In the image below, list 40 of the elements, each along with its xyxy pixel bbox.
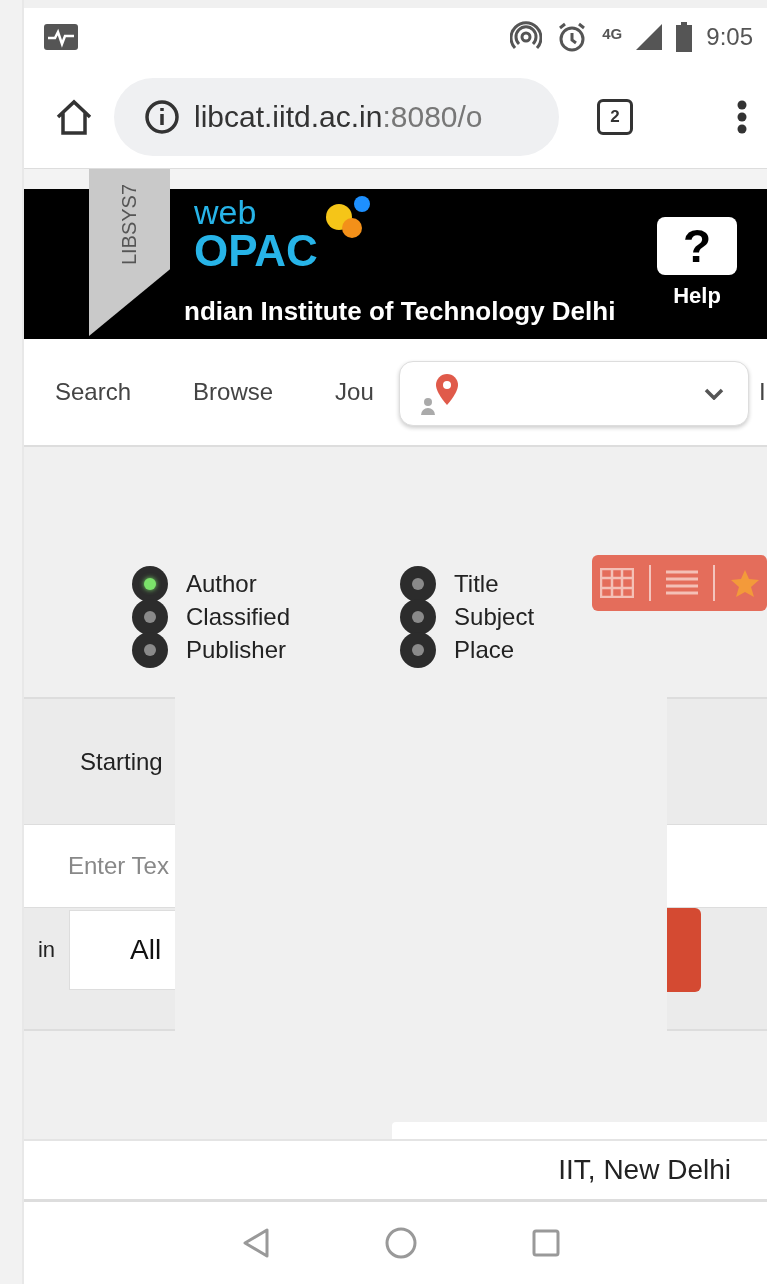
footer-text: IIT, New Delhi	[558, 1154, 731, 1186]
tab-count[interactable]: 2	[597, 99, 633, 135]
help-button[interactable]: ?	[657, 217, 737, 275]
help-label[interactable]: Help	[673, 283, 721, 309]
nav-link[interactable]: Search	[24, 378, 163, 406]
search-option[interactable]: Classified	[132, 600, 291, 633]
star-icon[interactable]	[729, 569, 760, 597]
location-dropdown[interactable]	[399, 361, 749, 426]
mode-label: Starting	[80, 747, 163, 776]
in-label: in	[36, 937, 57, 963]
search-option[interactable]: Author	[132, 567, 291, 600]
ribbon-text: LIBSYS7	[118, 183, 141, 265]
logo-large-text: OPAC	[194, 229, 318, 273]
nav-link[interactable]: I	[759, 378, 767, 406]
nav-link[interactable]: Browse	[162, 378, 305, 406]
radio-button[interactable]	[132, 631, 168, 668]
home-icon[interactable]	[54, 99, 94, 135]
radio-button[interactable]	[400, 631, 437, 668]
radio-button[interactable]	[132, 565, 168, 602]
chevron-down-icon	[704, 387, 724, 400]
url-text: libcat.iitd.ac.in:8080/o	[194, 100, 483, 134]
search-option[interactable]: Title	[400, 567, 535, 600]
home-circle-icon[interactable]	[384, 1227, 417, 1259]
activity-icon	[44, 24, 78, 50]
radio-button[interactable]	[132, 598, 168, 635]
address-bar[interactable]: libcat.iitd.ac.in:8080/o	[114, 78, 559, 156]
search-option[interactable]: Subject	[400, 600, 535, 633]
info-icon	[144, 99, 180, 135]
radio-button[interactable]	[400, 565, 437, 602]
site-title: ndian Institute of Technology Delhi	[184, 296, 616, 327]
clock-time: 9:05	[706, 23, 753, 51]
signal-icon	[636, 24, 663, 50]
menu-icon[interactable]	[737, 100, 747, 134]
recents-icon[interactable]	[531, 1229, 560, 1257]
back-icon[interactable]	[241, 1227, 270, 1259]
network-type: 4G	[602, 24, 623, 42]
search-option[interactable]: Publisher	[132, 633, 291, 666]
battery-icon	[676, 22, 693, 52]
logo-small-text: web	[194, 195, 258, 229]
search-option[interactable]: Place	[400, 633, 535, 666]
